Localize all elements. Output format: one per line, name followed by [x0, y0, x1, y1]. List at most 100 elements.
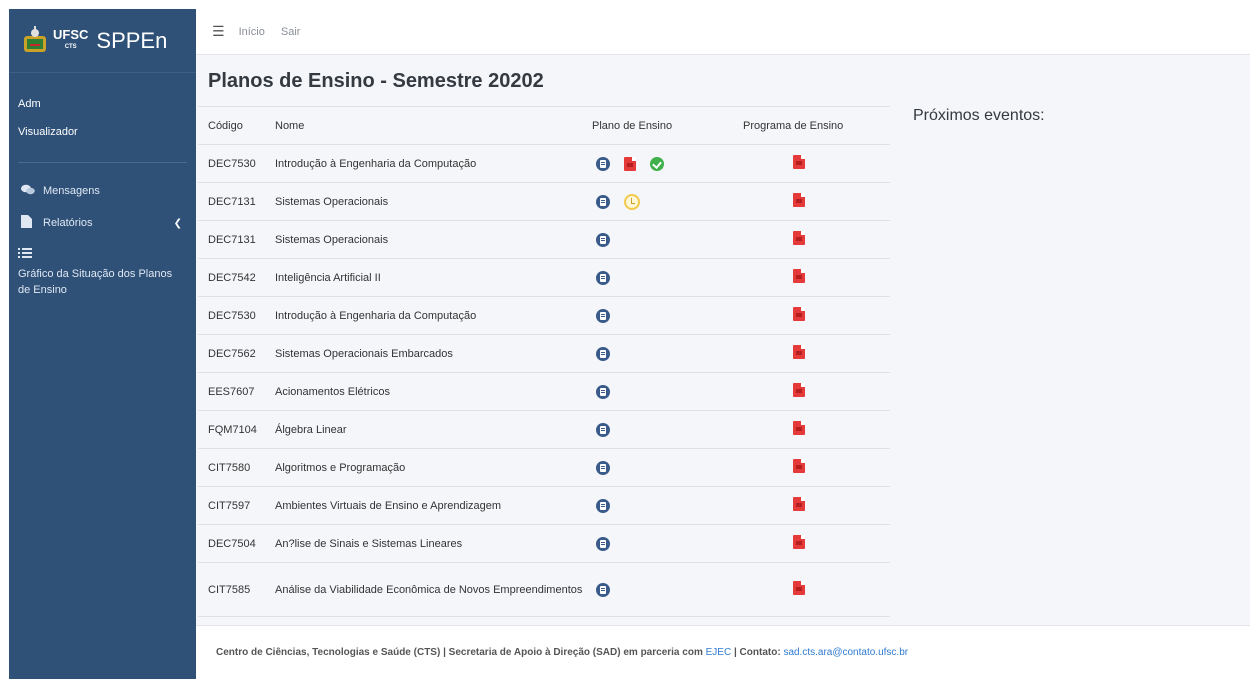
cell-programa [731, 220, 890, 259]
table-row: DEC7131 Sistemas Operacionais [198, 182, 890, 221]
cell-codigo: CIT7580 [198, 448, 275, 487]
pdf-icon[interactable] [793, 497, 805, 511]
cell-programa [731, 410, 890, 449]
table-row: DEC7131 Sistemas Operacionais [198, 220, 890, 259]
brand[interactable]: UFSC CTS SPPEn [9, 9, 196, 73]
cell-nome: Inteligência Artificial II [275, 258, 586, 297]
footer-email-link[interactable]: sad.cts.ara@contato.ufsc.br [783, 647, 908, 658]
user-role[interactable]: Adm [18, 96, 196, 124]
cell-plano [586, 144, 731, 183]
cell-codigo: DEC7530 [198, 144, 275, 183]
cell-nome: Acionamentos Elétricos [275, 372, 586, 411]
page-title: Planos de Ensino - Semestre 20202 [208, 70, 544, 92]
pdf-icon[interactable] [793, 193, 805, 207]
cell-programa [731, 486, 890, 525]
document-view-icon[interactable] [596, 422, 610, 437]
cell-nome: Introdução à Engenharia da Computação [275, 296, 586, 335]
cell-plano [586, 486, 731, 525]
cell-nome: Introdução à Engenharia da Computação [275, 144, 586, 183]
cell-programa [731, 182, 890, 221]
cell-programa [731, 448, 890, 487]
plan-icons [586, 270, 731, 285]
cell-nome: Ambientes Virtuais de Ensino e Aprendiza… [275, 486, 586, 525]
document-view-icon[interactable] [596, 308, 610, 323]
list-icon [18, 247, 34, 262]
cell-codigo: CIT7597 [198, 486, 275, 525]
plan-icons [586, 498, 731, 513]
document-view-icon[interactable] [596, 194, 610, 209]
plan-icons [586, 536, 731, 551]
pdf-icon[interactable] [793, 231, 805, 245]
pdf-icon[interactable] [793, 345, 805, 359]
cell-programa [731, 524, 890, 563]
cell-nome: Sistemas Operacionais Embarcados [275, 334, 586, 373]
table-row: DEC7562 Sistemas Operacionais Embarcados [198, 334, 890, 373]
cell-programa [731, 258, 890, 297]
document-view-icon[interactable] [596, 460, 610, 475]
document-view-icon[interactable] [596, 346, 610, 361]
table-row: DEC7504 An?lise de Sinais e Sistemas Line… [198, 524, 890, 563]
pdf-icon[interactable] [793, 269, 805, 283]
comments-icon [21, 184, 37, 199]
sidebar-item-grafico[interactable]: Gráfico da Situação dos Planos de Ensino [9, 239, 196, 298]
table-header-row: Código Nome Plano de Ensino Programa de … [198, 106, 890, 145]
cell-codigo: DEC7504 [198, 524, 275, 563]
cell-plano [586, 372, 731, 411]
cell-nome: Algoritmos e Programação [275, 448, 586, 487]
table-row: DEC7530 Introdução à Engenharia da Comput… [198, 296, 890, 335]
cell-plano [586, 220, 731, 259]
document-view-icon[interactable] [596, 498, 610, 513]
brand-ufsc-text: UFSC [53, 26, 89, 42]
nav-link-sair[interactable]: Sair [281, 26, 301, 38]
nav-link-inicio[interactable]: Início [239, 26, 265, 38]
footer-contact-label: | Contato: [733, 647, 781, 658]
pdf-icon[interactable] [793, 307, 805, 321]
topbar: ☰ Início Sair [196, 9, 1250, 55]
ufsc-logo-icon [21, 25, 49, 56]
plan-icons [586, 582, 731, 597]
table-body: DEC7530 Introdução à Engenharia da Comput… [198, 144, 890, 617]
column-header-programa: Programa de Ensino [731, 106, 890, 145]
table-row: CIT7585 Análise da Viabilidade Econômica … [198, 562, 890, 617]
user-profile[interactable]: Visualizador [18, 124, 196, 152]
cell-codigo: DEC7562 [198, 334, 275, 373]
program-icons [731, 581, 890, 598]
table-row: DEC7542 Inteligência Artificial II [198, 258, 890, 297]
document-view-icon[interactable] [596, 156, 610, 171]
document-view-icon[interactable] [596, 270, 610, 285]
alarm-clock-icon [624, 193, 640, 210]
cell-plano [586, 296, 731, 335]
document-view-icon[interactable] [596, 232, 610, 247]
document-view-icon[interactable] [596, 384, 610, 399]
pdf-icon[interactable] [793, 421, 805, 435]
program-icons [731, 497, 890, 514]
pdf-icon[interactable] [793, 155, 805, 169]
program-icons [731, 421, 890, 438]
pdf-icon[interactable] [624, 156, 636, 171]
program-icons [731, 231, 890, 248]
brand-cts-text: CTS [64, 43, 77, 50]
sidebar-item-relatorios[interactable]: Relatórios ❮ [9, 207, 196, 239]
document-view-icon[interactable] [596, 536, 610, 551]
cell-plano [586, 410, 731, 449]
pdf-icon[interactable] [793, 459, 805, 473]
pdf-icon[interactable] [793, 383, 805, 397]
cell-codigo: DEC7131 [198, 182, 275, 221]
cell-plano [586, 258, 731, 297]
cell-codigo: DEC7131 [198, 220, 275, 259]
app: UFSC CTS SPPEn Adm Visualizador Mensagen… [0, 0, 1250, 679]
hamburger-menu-icon[interactable]: ☰ [212, 23, 225, 40]
cell-nome: Sistemas Operacionais [275, 182, 586, 221]
cell-programa [731, 296, 890, 335]
main-content: Planos de Ensino - Semestre 20202 Código… [196, 55, 1250, 625]
pdf-icon[interactable] [793, 535, 805, 549]
pdf-icon[interactable] [793, 581, 805, 595]
cell-plano [586, 334, 731, 373]
plan-icons [586, 193, 731, 210]
footer-text: Centro de Ciências, Tecnologias e Saúde … [216, 647, 703, 658]
plan-icons [586, 308, 731, 323]
sidebar-item-mensagens[interactable]: Mensagens [9, 175, 196, 207]
document-view-icon[interactable] [596, 582, 610, 597]
footer-link-ejec[interactable]: EJEC [706, 647, 732, 658]
program-icons [731, 269, 890, 286]
